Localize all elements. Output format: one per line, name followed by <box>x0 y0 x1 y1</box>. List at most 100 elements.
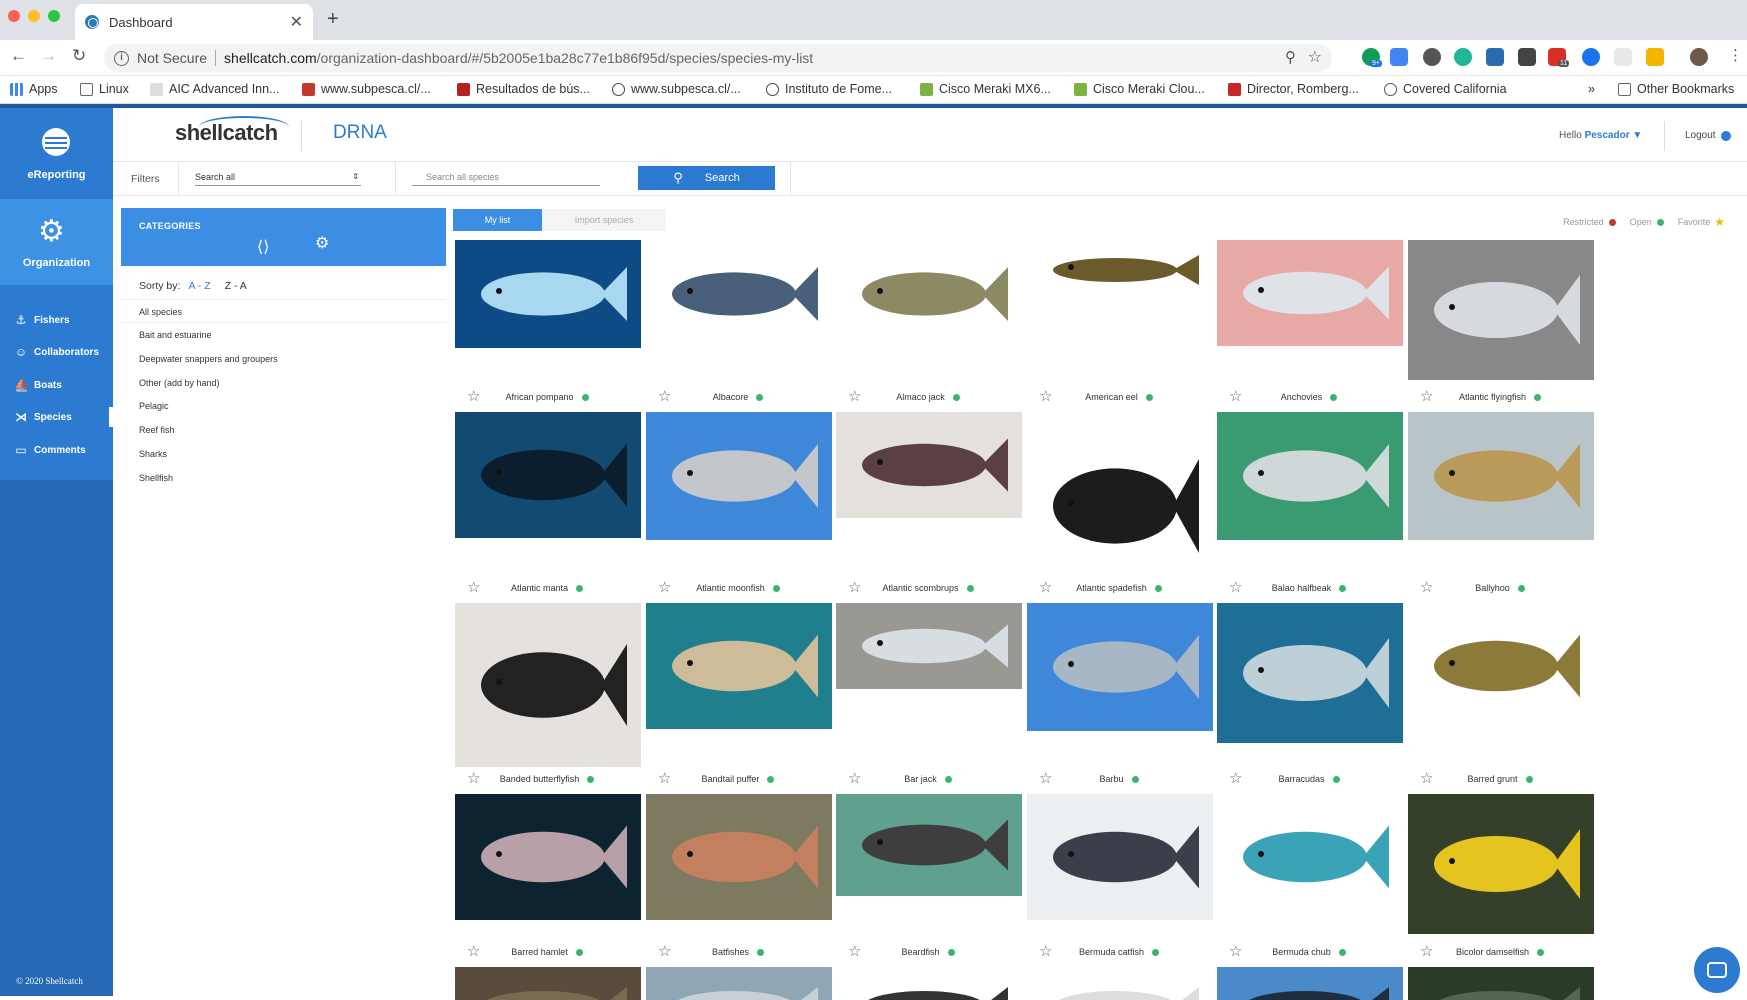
species-photo[interactable] <box>455 603 641 767</box>
brand-logo[interactable]: shellcatch <box>175 120 278 146</box>
species-card[interactable]: ☆ Atlantic scombrups <box>834 412 1022 601</box>
species-card[interactable]: ☆ Barred hamlet <box>453 794 641 965</box>
species-name[interactable]: Atlantic flyingfish <box>1459 392 1526 402</box>
bookmark-linux[interactable]: Linux <box>80 82 129 96</box>
info-icon[interactable]: i <box>114 50 129 66</box>
species-name[interactable]: African pompano <box>505 392 573 402</box>
species-card[interactable]: ☆ American eel <box>1025 240 1213 410</box>
species-name[interactable]: Bar jack <box>904 774 937 784</box>
category-item[interactable]: Bait and estuarine <box>121 323 446 347</box>
favorite-star-icon[interactable]: ☆ <box>467 942 480 960</box>
species-card[interactable]: ☆ Barbu <box>1025 603 1213 792</box>
filter-select[interactable]: Search all ⇕ <box>195 172 361 186</box>
favorite-star-icon[interactable]: ☆ <box>1039 769 1052 787</box>
sidebar-item-boats[interactable]: ⛵ Boats <box>0 373 113 397</box>
search-button[interactable]: ⚲ Search <box>638 166 775 190</box>
favorite-star-icon[interactable]: ☆ <box>848 387 861 405</box>
bookmark-aic[interactable]: AIC Advanced Inn... <box>150 82 280 96</box>
reload-button[interactable]: ↻ <box>72 46 86 66</box>
species-name[interactable]: Albacore <box>713 392 749 402</box>
bookmark-subpesca-2[interactable]: www.subpesca.cl/... <box>612 82 741 96</box>
species-name[interactable]: Ballyhoo <box>1475 583 1510 593</box>
species-photo[interactable] <box>836 603 1022 689</box>
extension-doc-icon[interactable] <box>1614 48 1632 66</box>
species-name[interactable]: Barred grunt <box>1467 774 1517 784</box>
tab-import-species[interactable]: Import species <box>542 209 666 231</box>
zoom-icon[interactable]: ⚲ <box>1285 48 1296 66</box>
species-photo[interactable] <box>1217 967 1403 1000</box>
new-tab-button[interactable]: + <box>327 8 339 31</box>
favorite-star-icon[interactable]: ☆ <box>1229 942 1242 960</box>
species-name[interactable]: Atlantic manta <box>511 583 568 593</box>
other-bookmarks[interactable]: Other Bookmarks <box>1618 82 1734 96</box>
bookmark-apps[interactable]: Apps <box>10 82 58 96</box>
favorite-star-icon[interactable]: ☆ <box>1229 769 1242 787</box>
sidebar-item-fishers[interactable]: ⚓ Fishers <box>0 308 113 332</box>
category-item[interactable]: Deepwater snappers and groupers <box>121 347 446 371</box>
menu-icon[interactable]: ⋮ <box>1728 46 1743 64</box>
category-item[interactable]: Shellfish <box>121 466 446 490</box>
category-item[interactable]: Sharks <box>121 442 446 466</box>
species-name[interactable]: Barbu <box>1099 774 1123 784</box>
species-photo[interactable] <box>1217 240 1403 346</box>
minimize-window-button[interactable] <box>28 10 40 22</box>
species-search-input[interactable]: Search all species <box>412 172 600 186</box>
species-name[interactable]: Barracudas <box>1278 774 1324 784</box>
species-name[interactable]: Almaco jack <box>896 392 945 402</box>
species-photo[interactable] <box>1408 412 1594 540</box>
close-tab-icon[interactable]: ✕ <box>290 12 303 32</box>
bookmark-star-icon[interactable]: ☆ <box>1308 47 1322 67</box>
species-card[interactable]: ☆ Atlantic manta <box>453 412 641 601</box>
species-card[interactable]: ☆ African pompano <box>453 240 641 410</box>
category-item[interactable]: Pelagic <box>121 394 446 418</box>
favorite-star-icon[interactable]: ☆ <box>1420 578 1433 596</box>
logout-button[interactable]: Logout <box>1685 130 1731 141</box>
favorite-star-icon[interactable]: ☆ <box>1229 387 1242 405</box>
sidebar-item-collaborators[interactable]: ☺ Collaborators <box>0 340 113 364</box>
favorite-star-icon[interactable]: ☆ <box>658 387 671 405</box>
gear-icon[interactable]: ⚙ <box>315 233 329 253</box>
favorite-star-icon[interactable]: ☆ <box>848 769 861 787</box>
url-text[interactable]: shellcatch.com/organization-dashboard/#/… <box>224 50 813 66</box>
species-card[interactable] <box>1215 967 1403 1000</box>
species-name[interactable]: American eel <box>1085 392 1138 402</box>
category-item[interactable]: Other (add by hand) <box>121 371 446 395</box>
species-photo[interactable] <box>1027 967 1213 1000</box>
species-photo[interactable] <box>646 794 832 920</box>
species-photo[interactable] <box>455 240 641 348</box>
favorite-star-icon[interactable]: ☆ <box>658 578 671 596</box>
bookmark-instituto[interactable]: Instituto de Fome... <box>766 82 892 96</box>
forward-button[interactable]: → <box>40 46 57 66</box>
fish-icon[interactable]: ⟨⟩ <box>257 237 269 257</box>
species-photo[interactable] <box>646 412 832 540</box>
user-menu[interactable]: Pescador ▼ <box>1585 130 1643 141</box>
favorite-star-icon[interactable]: ☆ <box>1039 578 1052 596</box>
species-name[interactable]: Atlantic spadefish <box>1076 583 1147 593</box>
sort-za-link[interactable]: Z - A <box>225 280 247 292</box>
species-card[interactable] <box>453 967 641 1000</box>
species-photo[interactable] <box>1027 240 1213 300</box>
species-name[interactable]: Bermuda chub <box>1272 947 1331 957</box>
bookmark-meraki-cloud[interactable]: Cisco Meraki Clou... <box>1074 82 1205 96</box>
species-photo[interactable] <box>455 967 641 1000</box>
species-name[interactable]: Banded butterflyfish <box>500 774 580 784</box>
species-card[interactable]: ☆ Atlantic moonfish <box>644 412 832 601</box>
bookmark-director[interactable]: Director, Romberg... <box>1228 82 1359 96</box>
species-photo[interactable] <box>1408 603 1594 729</box>
species-photo[interactable] <box>646 240 832 348</box>
species-photo[interactable] <box>1408 240 1594 380</box>
species-photo[interactable] <box>1027 794 1213 920</box>
species-photo[interactable] <box>646 967 832 1000</box>
species-card[interactable]: ☆ Banded butterflyfish <box>453 603 641 792</box>
favorite-star-icon[interactable]: ☆ <box>1420 769 1433 787</box>
chat-button[interactable] <box>1694 947 1740 993</box>
bookmark-covered-ca[interactable]: Covered California <box>1384 82 1507 96</box>
species-photo[interactable] <box>1217 412 1403 540</box>
close-window-button[interactable] <box>8 10 20 22</box>
species-photo[interactable] <box>455 412 641 538</box>
species-photo[interactable] <box>1217 603 1403 743</box>
sidebar-organization[interactable]: ⚙ Organization <box>0 199 113 285</box>
species-card[interactable]: ☆ Atlantic flyingfish <box>1406 240 1594 410</box>
extension-plus-icon[interactable] <box>1582 48 1600 66</box>
favorite-star-icon[interactable]: ☆ <box>1420 387 1433 405</box>
